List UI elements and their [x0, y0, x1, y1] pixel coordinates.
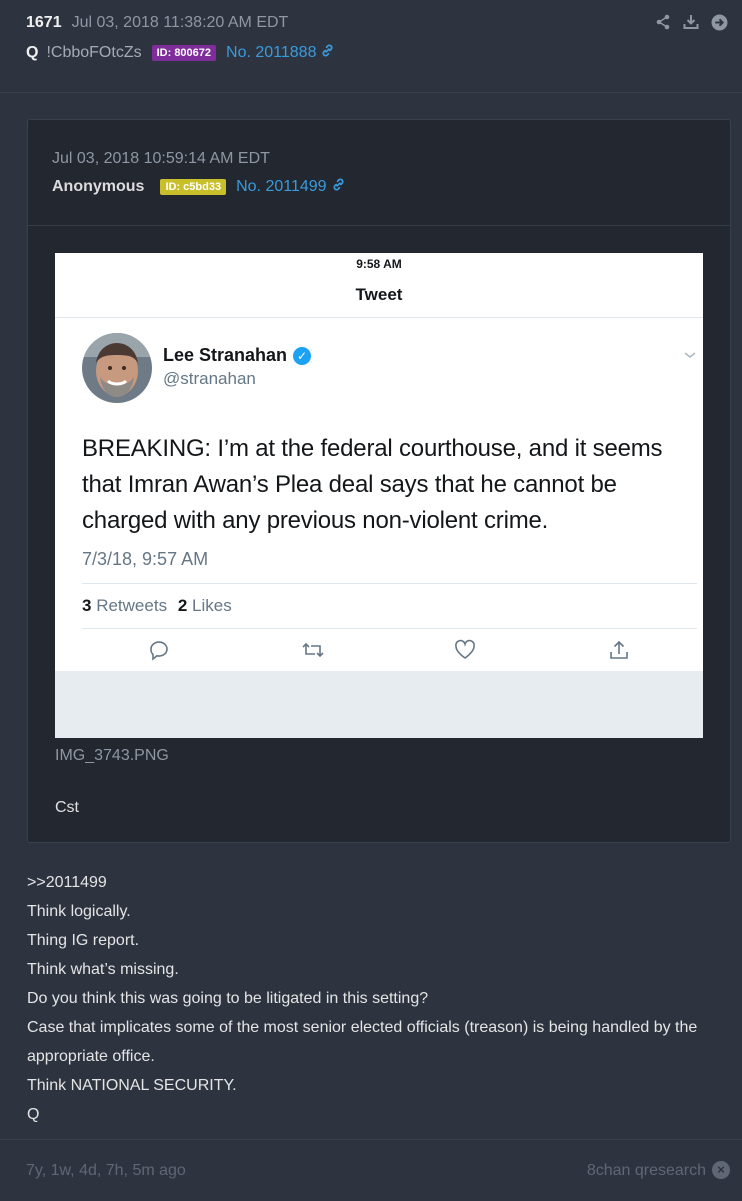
avatar	[82, 333, 152, 403]
tweet-timestamp: 7/3/18, 9:57 AM	[82, 549, 209, 569]
retweet-icon	[298, 639, 328, 666]
divider	[55, 317, 703, 318]
likes-label: Likes	[192, 596, 232, 615]
body-line: Do you think this was going to be litiga…	[27, 990, 429, 1007]
quoted-post-text: Cst	[55, 799, 79, 816]
retweets-count: 3	[82, 596, 92, 615]
body-line: Think what’s missing.	[27, 961, 179, 978]
likes-count: 2	[177, 596, 188, 615]
quoted-post-date: Jul 03, 2018 10:59:14 AM EDT	[52, 150, 270, 167]
quoted-author: Anonymous	[52, 177, 145, 195]
tweet-screenshot-bottom-area	[55, 671, 703, 738]
tweet-author-name-text: Lee Stranahan	[163, 345, 288, 365]
status-bar-time: 9:58 AM	[356, 257, 402, 271]
image-filename[interactable]: IMG_3743.PNG	[55, 747, 169, 765]
next-arrow-icon[interactable]	[710, 14, 728, 36]
divider	[82, 628, 697, 629]
tweet-screen-title: Tweet	[355, 285, 403, 304]
post-number-link[interactable]: No. 2011888	[226, 44, 316, 62]
reply-link[interactable]: >>2011499	[27, 868, 732, 897]
quoted-author-row: Anonymous ID: c5bd33 No. 2011499	[52, 177, 346, 196]
post-actions	[654, 14, 728, 36]
quoted-post-number-link[interactable]: No. 2011499	[236, 178, 326, 196]
post-author-row: Q !CbboFOtcZs ID: 800672 No. 2011888	[26, 43, 335, 62]
poster-id-badge[interactable]: ID: 800672	[151, 44, 217, 61]
share-icon[interactable]	[654, 14, 672, 36]
post-tripcode: !CbboFOtcZs	[46, 43, 142, 61]
reply-icon	[144, 639, 174, 666]
post-footer: 7y, 1w, 4d, 7h, 5m ago 8chan qresearch ×	[0, 1139, 742, 1201]
close-icon[interactable]: ×	[712, 1161, 730, 1179]
heart-icon	[450, 639, 480, 666]
tweet-text: BREAKING: I’m at the federal courthouse,…	[82, 435, 663, 534]
post-header: 1671 Jul 03, 2018 11:38:20 AM EDT Q !Cbb…	[0, 0, 742, 93]
divider	[28, 225, 730, 226]
post-date: Jul 03, 2018 11:38:20 AM EDT	[71, 14, 289, 31]
tweet-stats: 3 Retweets 2 Likes	[82, 596, 232, 616]
post-body: >>2011499 Think logically. Thing IG repo…	[27, 868, 732, 1129]
retweets-label: Retweets	[96, 596, 168, 615]
tweet-screenshot-image[interactable]: 9:58 AM Tweet Lee Stranahan ✓ @stranahan…	[55, 253, 703, 738]
verified-check-icon: ✓	[293, 346, 312, 365]
link-icon[interactable]	[320, 43, 335, 62]
quoted-post: Jul 03, 2018 10:59:14 AM EDT Anonymous I…	[27, 119, 731, 843]
body-line: Think NATIONAL SECURITY.	[27, 1077, 237, 1094]
tweet-author-handle: @stranahan	[163, 369, 256, 388]
share-icon	[604, 639, 634, 666]
body-signature: Q	[27, 1106, 40, 1123]
body-line: Think logically.	[27, 903, 131, 920]
link-icon[interactable]	[331, 177, 346, 196]
tweet-author-name: Lee Stranahan ✓	[163, 345, 312, 366]
download-icon[interactable]	[682, 14, 700, 36]
body-line: Case that implicates some of the most se…	[27, 1019, 698, 1065]
post-number: 1671	[26, 14, 62, 31]
post-author: Q	[26, 43, 39, 61]
source-board-link[interactable]: 8chan qresearch	[587, 1162, 706, 1180]
quoted-id-badge[interactable]: ID: c5bd33	[160, 178, 227, 195]
chevron-down-icon	[683, 347, 697, 363]
divider	[82, 583, 697, 584]
time-ago: 7y, 1w, 4d, 7h, 5m ago	[26, 1162, 186, 1179]
body-line: Thing IG report.	[27, 932, 140, 949]
post-meta-row: 1671 Jul 03, 2018 11:38:20 AM EDT	[26, 14, 288, 32]
